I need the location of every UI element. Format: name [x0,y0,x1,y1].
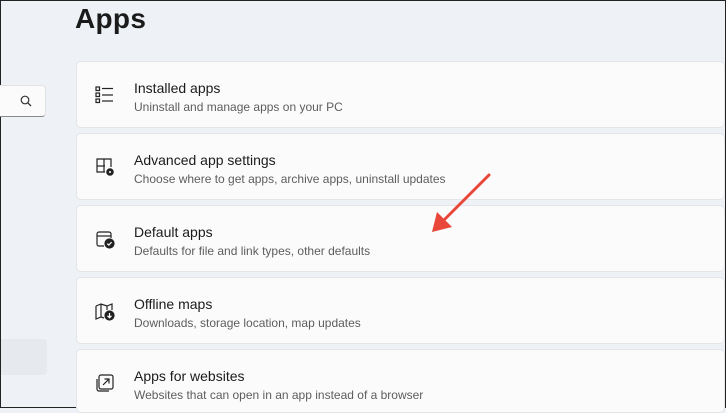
card-apps-for-websites[interactable]: Apps for websites Websites that can open… [76,349,725,413]
sidebar-item-selected[interactable] [1,339,47,375]
search-icon [20,95,32,107]
card-offline-maps[interactable]: Offline maps Downloads, storage location… [76,277,725,344]
card-advanced-app-settings[interactable]: Advanced app settings Choose where to ge… [76,133,725,200]
card-installed-apps[interactable]: Installed apps Uninstall and manage apps… [76,61,725,128]
card-title: Default apps [134,224,213,240]
app-settings-icon [96,158,114,176]
card-title: Installed apps [134,80,221,96]
card-subtitle: Choose where to get apps, archive apps, … [134,172,446,186]
search-input[interactable] [0,85,46,117]
page-title: Apps [75,3,147,34]
card-title: Advanced app settings [134,152,276,168]
card-default-apps[interactable]: Default apps Defaults for file and link … [76,205,725,272]
card-subtitle: Websites that can open in an app instead… [134,388,424,402]
default-apps-icon [96,231,115,249]
card-subtitle: Defaults for file and link types, other … [134,244,371,258]
map-download-icon [95,303,115,321]
card-title: Apps for websites [134,368,245,384]
card-title: Offline maps [134,296,213,312]
card-subtitle: Downloads, storage location, map updates [134,316,361,330]
card-subtitle: Uninstall and manage apps on your PC [134,100,343,114]
list-icon [95,86,113,104]
open-external-icon [96,374,114,392]
